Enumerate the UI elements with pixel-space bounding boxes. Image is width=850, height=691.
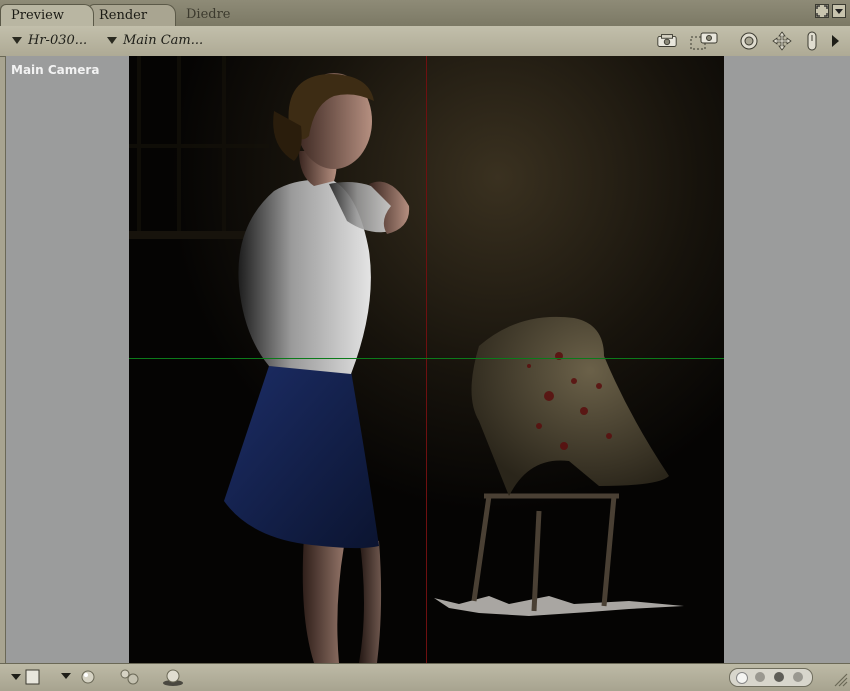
ground-icon[interactable] [160,667,186,691]
vertical-guide-line [426,56,427,663]
page-dot-1[interactable] [736,672,748,684]
camera-name-label: Main Camera [11,63,100,77]
tab-diedre[interactable]: Diedre [176,4,241,26]
page-dot-3[interactable] [774,672,784,682]
camera-menu[interactable]: Main Cam... [107,33,203,48]
hand-icon[interactable] [801,31,823,51]
render-icon[interactable] [656,31,678,51]
display-style-icon[interactable] [10,669,42,685]
page-dot-2[interactable] [755,672,765,682]
horizontal-guide-line [129,358,724,359]
rotate-icon[interactable] [738,31,760,51]
move-icon[interactable] [767,31,797,51]
figure-menu[interactable]: Hr-030... [12,33,87,48]
tab-diedre-label: Diedre [186,7,231,22]
viewport-bottom-bar [0,663,850,689]
resize-grip-icon[interactable] [832,671,848,687]
document-tab-bar: Render Preview Diedre [0,0,850,27]
render-preview-image [129,56,724,663]
area-render-icon[interactable] [690,31,720,51]
tab-preview[interactable]: Preview [0,4,94,26]
expand-icon[interactable] [815,4,829,18]
tab-render-label: Render [99,8,148,23]
page-dot-4[interactable] [793,672,803,682]
camera-menu-label: Main Cam... [123,33,204,48]
chevron-down-icon [12,37,22,44]
dot-page-icon[interactable] [729,668,813,687]
viewport-toolbar: Hr-030... Main Cam... [0,26,850,57]
menu-icon[interactable] [832,4,846,18]
tab-preview-label: Preview [11,8,64,23]
document-viewport[interactable]: Main Camera [5,56,850,663]
shadow-icon[interactable] [118,667,144,691]
figure-menu-label: Hr-030... [28,33,88,48]
lighting-icon[interactable] [60,668,100,690]
more-icon[interactable] [826,31,844,51]
chevron-down-icon [107,37,117,44]
tab-render[interactable]: Render [88,4,176,26]
